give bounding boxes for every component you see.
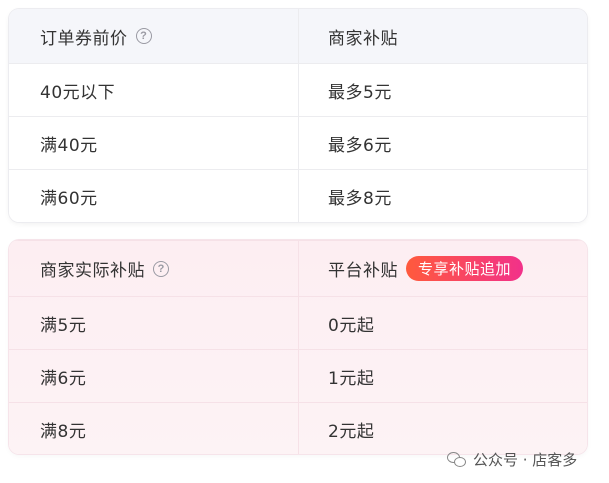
wechat-icon [447,451,467,468]
question-circle-icon[interactable]: ? [153,260,169,277]
subsidy-cell: 最多5元 [328,82,392,103]
header-cell-merchant-subsidy: 商家补贴 [299,9,587,63]
subsidy-cell: 最多8元 [328,188,392,209]
question-circle-icon[interactable]: ? [135,28,152,44]
merchant-cell: 满5元 [9,297,299,349]
header-cell-platform-subsidy: 平台补贴 专享补贴追加 [299,241,587,296]
merchant-cell: 满8元 [9,403,299,454]
table-row: 满8元 2元起 [9,402,587,454]
table-row: 40元以下 最多5元 [9,63,587,116]
header-platform-subsidy-label: 平台补贴 [328,261,398,281]
platform-cell: 0元起 [328,315,375,336]
price-cell: 满60元 [9,170,299,222]
header-cell-merchant-actual: 商家实际补贴 ? [9,241,299,296]
table-header-row: 商家实际补贴 ? 平台补贴 专享补贴追加 [9,240,587,296]
watermark-text: 公众号 · 店客多 [473,451,578,469]
merchant-cell: 满6元 [9,350,299,402]
table-header-row: 订单券前价 ? 商家补贴 [9,9,587,63]
table-row: 满6元 1元起 [9,349,587,402]
subsidy-cell: 最多6元 [328,135,392,156]
price-cell: 40元以下 [9,64,299,116]
platform-subsidy-table: 商家实际补贴 ? 平台补贴 专享补贴追加 满5元 0元起 满6元 1元起 满8元… [9,240,587,454]
table-row: 满40元 最多6元 [9,116,587,169]
exclusive-subsidy-badge: 专享补贴追加 [406,256,524,281]
header-cell-order-price: 订单券前价 ? [9,9,299,63]
platform-cell: 1元起 [328,368,375,389]
watermark: 公众号 · 店客多 [447,449,577,470]
platform-cell: 2元起 [328,421,375,442]
table-row: 满5元 0元起 [9,296,587,349]
price-cell: 满40元 [9,117,299,169]
header-merchant-actual-label: 商家实际补贴 [40,261,145,281]
page: 订单券前价 ? 商家补贴 40元以下 最多5元 满40元 最多6元 满60元 最… [0,0,609,483]
merchant-subsidy-table: 订单券前价 ? 商家补贴 40元以下 最多5元 满40元 最多6元 满60元 最… [9,9,587,222]
table-row: 满60元 最多8元 [9,169,587,222]
header-order-price-label: 订单券前价 [40,28,128,49]
header-merchant-subsidy-label: 商家补贴 [328,28,398,49]
